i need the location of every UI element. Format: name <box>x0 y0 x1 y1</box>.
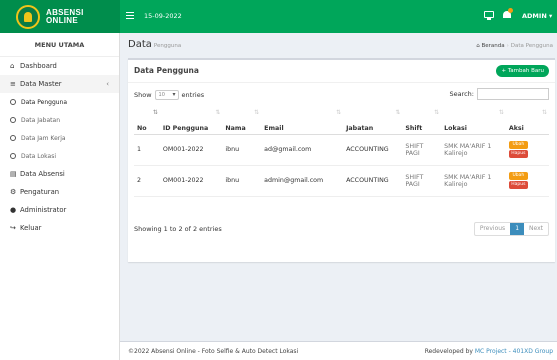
search-input[interactable] <box>477 88 549 100</box>
database-icon: ≡ <box>10 80 16 88</box>
top-navbar: ABSENSI ONLINE 15-09-2022 ADMIN ▾ <box>0 0 557 33</box>
add-new-button[interactable]: + Tambah Baru <box>496 65 549 77</box>
circle-icon <box>10 135 16 141</box>
breadcrumb-current: Data Pengguna <box>510 43 553 49</box>
users-table: ⇅ No ⇅ ID Pengguna ⇅ Nama ⇅ Email ⇅ Jabatan ⇅… <box>134 106 549 197</box>
col-header-no[interactable]: ⇅ No <box>134 106 160 135</box>
table-search: Search: <box>449 88 549 100</box>
dashboard-icon: ⌂ <box>10 62 15 70</box>
logo-icon <box>16 4 40 29</box>
home-icon: ⌂ <box>476 43 480 49</box>
sidebar-item-data-jabatan[interactable]: Data Jabatan <box>0 111 119 129</box>
circle-icon <box>10 153 16 159</box>
pagination-page-1[interactable]: 1 <box>510 223 525 235</box>
sidebar-header: MENU UTAMA <box>0 33 119 57</box>
table-row: 1 OM001-2022 ibnu ad@gmail.com ACCOUNTIN… <box>134 134 549 166</box>
sidebar-item-keluar[interactable]: ↪ Keluar <box>0 219 119 237</box>
notification-bell-icon[interactable] <box>503 8 513 18</box>
col-header-jabatan[interactable]: ⇅ Jabatan <box>343 106 403 135</box>
edit-button[interactable]: Ubah <box>508 172 528 180</box>
footer-credit-link[interactable]: MC Project - 401XD Group <box>475 348 553 355</box>
data-pengguna-box: Data Pengguna + Tambah Baru Show 10 entr… <box>128 58 555 262</box>
sidebar-item-data-jam-kerja[interactable]: Data Jam Kerja <box>0 129 119 147</box>
signout-icon: ↪ <box>10 224 16 232</box>
page-title: Data Pengguna <box>128 39 182 50</box>
user-icon: ● <box>10 206 17 214</box>
user-menu[interactable]: ADMIN ▾ <box>522 12 552 20</box>
brand-line-2: ONLINE <box>46 15 79 25</box>
edit-button[interactable]: Ubah <box>508 141 528 149</box>
pagination: Previous 1 Next <box>473 222 549 236</box>
entries-length-control: Show 10 entries <box>134 90 204 100</box>
menu-toggle-icon[interactable] <box>126 12 134 19</box>
sidebar-item-data-master[interactable]: ≡ Data Master ‹ <box>0 75 119 93</box>
sidebar-item-pengaturan[interactable]: ⚙ Pengaturan <box>0 183 119 201</box>
page-subtitle: Pengguna <box>153 43 182 49</box>
gears-icon: ⚙ <box>10 188 17 196</box>
chevron-left-icon: ‹ <box>106 80 109 88</box>
col-header-nama[interactable]: ⇅ Nama <box>222 106 262 135</box>
table-icon: ▤ <box>10 170 17 178</box>
pagination-next[interactable]: Next <box>524 223 548 235</box>
brand-logo[interactable]: ABSENSI ONLINE <box>0 0 120 33</box>
col-header-shift[interactable]: ⇅ Shift <box>402 106 442 135</box>
footer-credit: Redeveloped by MC Project - 401XD Group <box>424 348 553 355</box>
col-header-lokasi[interactable]: ⇅ Lokasi <box>441 106 506 135</box>
col-header-email[interactable]: ⇅ Email <box>261 106 344 135</box>
table-info: Showing 1 to 2 of 2 entries <box>134 225 222 233</box>
entries-select[interactable]: 10 <box>154 90 179 100</box>
sidebar-item-data-pengguna[interactable]: Data Pengguna <box>0 93 119 111</box>
breadcrumb-home[interactable]: Beranda <box>481 43 504 49</box>
col-header-id[interactable]: ⇅ ID Pengguna <box>159 106 223 135</box>
footer: ©2022 Absensi Online - Foto Selfie & Aut… <box>120 341 557 360</box>
monitor-icon[interactable] <box>484 11 494 20</box>
sidebar-item-data-lokasi[interactable]: Data Lokasi <box>0 147 119 165</box>
table-row: 2 OM001-2022 ibnu admin@gmail.com ACCOUN… <box>134 165 549 197</box>
sidebar: MENU UTAMA ⌂ Dashboard ≡ Data Master ‹ D… <box>0 33 120 360</box>
breadcrumb: ⌂ Beranda › Data Pengguna <box>476 43 553 49</box>
sidebar-item-dashboard[interactable]: ⌂ Dashboard <box>0 57 119 75</box>
box-title: Data Pengguna <box>134 66 199 75</box>
circle-icon <box>10 99 16 105</box>
delete-button[interactable]: Hapus <box>508 181 528 189</box>
delete-button[interactable]: Hapus <box>508 150 528 158</box>
sidebar-item-administrator[interactable]: ● Administrator <box>0 201 119 219</box>
circle-icon <box>10 117 16 123</box>
pagination-previous[interactable]: Previous <box>475 223 510 235</box>
col-header-aksi[interactable]: ⇅ Aksi <box>505 106 549 135</box>
main-content: Data Pengguna ⌂ Beranda › Data Pengguna Dat… <box>120 33 557 360</box>
footer-copyright: ©2022 Absensi Online - Foto Selfie & Aut… <box>128 348 299 355</box>
sidebar-item-data-absensi[interactable]: ▤ Data Absensi <box>0 165 119 183</box>
current-date: 15-09-2022 <box>144 12 182 20</box>
